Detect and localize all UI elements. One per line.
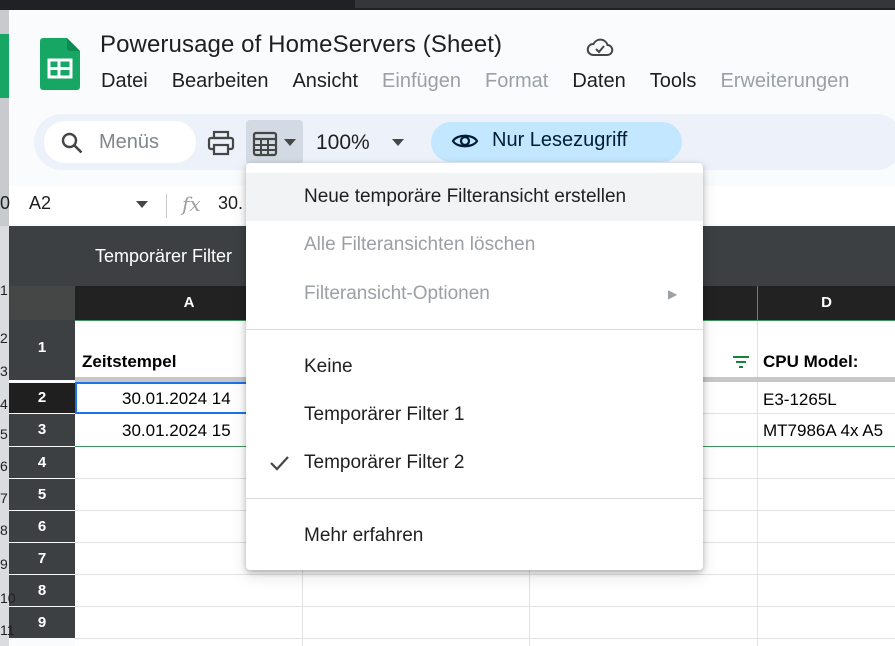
grid-hline bbox=[75, 638, 895, 639]
function-icon: fx bbox=[182, 192, 201, 216]
menu-search-placeholder[interactable]: Menüs bbox=[99, 131, 159, 154]
filter-views-menu: Neue temporäre Filteransicht erstellen A… bbox=[246, 163, 703, 570]
grid-hline bbox=[75, 606, 895, 607]
chevron-down-icon bbox=[284, 139, 296, 146]
left-sliver-digit: 6 bbox=[0, 458, 8, 474]
menu-bar: Datei Bearbeiten Ansicht Einfügen Format… bbox=[101, 70, 849, 94]
cell-d2[interactable]: E3-1265L bbox=[763, 390, 895, 410]
row-header-4[interactable]: 4 bbox=[9, 447, 75, 478]
eye-icon bbox=[451, 134, 479, 148]
menu-item-none[interactable]: Keine bbox=[246, 343, 703, 391]
filter-view-name[interactable]: Temporärer Filter bbox=[95, 246, 232, 267]
menu-item-temp-filter-2[interactable]: Temporärer Filter 2 bbox=[246, 439, 703, 487]
grid-vline bbox=[757, 320, 758, 646]
row-header-5[interactable]: 5 bbox=[9, 479, 75, 510]
menu-erweiterungen[interactable]: Erweiterungen bbox=[720, 70, 849, 94]
name-box[interactable]: A2 bbox=[29, 193, 51, 214]
filter-views-icon bbox=[252, 131, 278, 157]
menu-divider bbox=[246, 329, 703, 330]
menu-item-delete-all-filters[interactable]: Alle Filteransichten löschen bbox=[246, 221, 703, 269]
menu-tools[interactable]: Tools bbox=[650, 70, 697, 94]
print-icon[interactable] bbox=[207, 130, 235, 156]
grid-hline bbox=[75, 574, 895, 575]
menu-item-filter-options[interactable]: Filteransicht-Optionen bbox=[246, 270, 703, 318]
menu-daten[interactable]: Daten bbox=[572, 70, 625, 94]
left-sliver-digit: 8 bbox=[0, 522, 8, 538]
select-all-corner[interactable] bbox=[9, 286, 75, 320]
left-sliver-digit: 9 bbox=[0, 556, 8, 572]
row-header-3[interactable]: 3 bbox=[9, 414, 75, 446]
sheets-logo-icon[interactable] bbox=[40, 38, 80, 90]
document-title[interactable]: Powerusage of HomeServers (Sheet) bbox=[100, 31, 502, 59]
row-header-6[interactable]: 6 bbox=[9, 511, 75, 542]
formula-input[interactable]: 30. bbox=[218, 193, 243, 214]
chevron-down-icon[interactable] bbox=[136, 201, 148, 209]
menu-einfuegen[interactable]: Einfügen bbox=[382, 70, 461, 94]
left-sliver-digit: 2 bbox=[0, 330, 8, 346]
column-header-d[interactable]: D bbox=[758, 286, 895, 320]
search-icon bbox=[61, 132, 83, 154]
readonly-mode-label[interactable]: Nur Lesezugriff bbox=[492, 129, 627, 152]
left-sliver-digit: 0 bbox=[0, 193, 11, 213]
row-header-1[interactable]: 1 bbox=[9, 320, 75, 380]
submenu-arrow-icon: ▶ bbox=[668, 287, 678, 301]
formula-bar-divider bbox=[166, 194, 167, 218]
left-edge-green bbox=[0, 34, 9, 98]
column-header-divider bbox=[757, 286, 758, 320]
left-sliver-digit: 11 bbox=[0, 622, 15, 638]
left-sliver-digit: 5 bbox=[0, 426, 8, 442]
menu-divider bbox=[246, 498, 703, 499]
browser-tab-strip bbox=[355, 0, 895, 8]
cell-d1[interactable]: CPU Model: bbox=[763, 352, 895, 372]
menu-item-create-temp-filter[interactable]: Neue temporäre Filteransicht erstellen bbox=[246, 173, 703, 221]
row-header-2[interactable]: 2 bbox=[9, 383, 75, 413]
menu-datei[interactable]: Datei bbox=[101, 70, 148, 94]
menu-item-learn-more[interactable]: Mehr erfahren bbox=[246, 512, 703, 560]
row-header-9[interactable]: 9 bbox=[9, 607, 75, 638]
filter-icon[interactable] bbox=[733, 356, 749, 368]
left-sliver-digit: 1 bbox=[0, 282, 8, 298]
zoom-select[interactable]: 100% bbox=[316, 131, 370, 155]
row-header-8[interactable]: 8 bbox=[9, 575, 75, 606]
left-sliver-digit: 10 bbox=[0, 590, 16, 606]
browser-top-bar bbox=[0, 0, 895, 10]
menu-format[interactable]: Format bbox=[485, 70, 548, 94]
chevron-down-icon[interactable] bbox=[392, 139, 404, 147]
left-sliver-digit: 4 bbox=[0, 396, 8, 412]
menu-item-temp-filter-1[interactable]: Temporärer Filter 1 bbox=[246, 391, 703, 439]
cell-d3[interactable]: MT7986A 4x A5 bbox=[763, 421, 895, 441]
menu-bearbeiten[interactable]: Bearbeiten bbox=[172, 70, 269, 94]
left-sliver-digit: 3 bbox=[0, 363, 8, 379]
menu-ansicht[interactable]: Ansicht bbox=[292, 70, 358, 94]
left-sliver-digit: 7 bbox=[0, 490, 8, 506]
cloud-saved-icon[interactable] bbox=[586, 36, 614, 58]
row-header-7[interactable]: 7 bbox=[9, 543, 75, 574]
